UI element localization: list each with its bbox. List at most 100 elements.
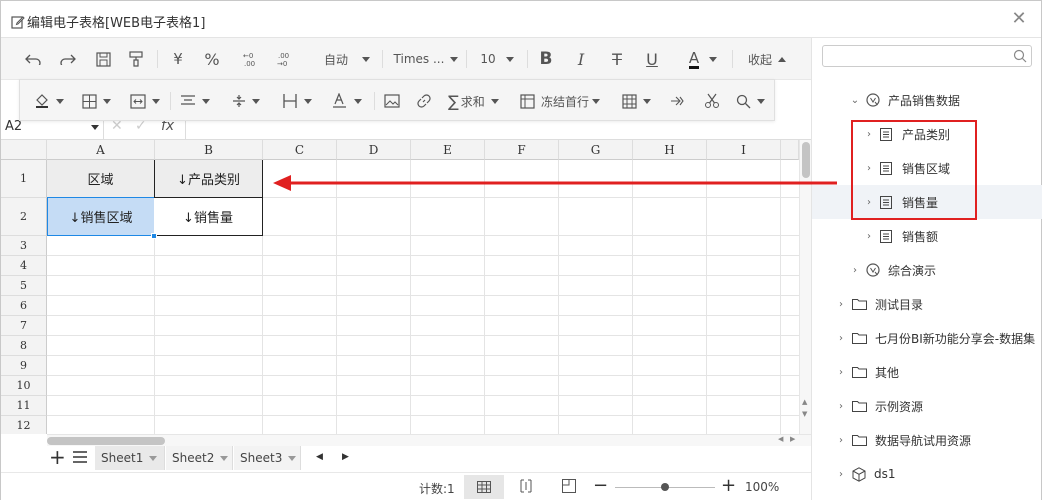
column-header-g[interactable]: G [559,140,633,160]
decrease-decimal-icon[interactable]: .00 →0 [273,47,295,71]
link-icon[interactable] [416,89,432,113]
chevron-right-icon[interactable]: › [864,231,874,242]
column-header-j[interactable] [781,140,799,160]
row-header-4[interactable]: 4 [1,256,47,276]
row-header-9[interactable]: 9 [1,356,47,376]
column-header-c[interactable]: C [263,140,337,160]
row-header-2[interactable]: 2 [1,198,47,236]
cell-b1[interactable]: ↓产品类别 [154,160,263,198]
column-header-b[interactable]: B [155,140,263,160]
text-format-button[interactable] [332,89,362,113]
cut-icon[interactable] [704,89,720,113]
tree-item-sales-amount[interactable]: › 销售额 [812,219,1042,253]
cell-reference-box[interactable]: A2 [5,119,22,134]
sheet-tab-1[interactable]: Sheet1 [95,446,165,470]
italic-button[interactable]: I [573,47,589,71]
row-header-8[interactable]: 8 [1,336,47,356]
scroll-right-arrow-icon[interactable]: ▶ [790,435,795,443]
horizontal-align-button[interactable] [180,89,210,113]
find-button[interactable] [736,89,765,113]
row-header-3[interactable]: 3 [1,236,47,256]
collapse-toolbar-button[interactable]: 收起 [745,47,789,71]
search-input[interactable] [822,45,1032,67]
undo-icon[interactable] [23,47,43,71]
zoom-out-icon[interactable]: − [593,477,608,495]
tree-item-ds1[interactable]: › ds1 [812,457,1042,491]
sheet-tab-2[interactable]: Sheet2 [166,446,233,470]
fill-handle[interactable] [151,233,157,239]
tree-item-folder-july-bi[interactable]: › 七月份BI新功能分享会-数据集 [812,321,1042,355]
tree-item-dataset-sales[interactable]: ⌄ 产品销售数据 [812,83,1042,117]
chevron-right-icon[interactable]: › [836,367,846,378]
chevron-right-icon[interactable]: › [836,401,846,412]
row-header-5[interactable]: 5 [1,276,47,296]
normal-view-button[interactable] [464,475,504,499]
row-header-12[interactable]: 12 [1,416,47,434]
bold-button[interactable]: B [538,47,554,71]
tree-item-folder-navigation[interactable]: › 数据导航试用资源 [812,423,1042,457]
column-header-a[interactable]: A [47,140,155,160]
fill-color-button[interactable] [34,89,64,113]
page-layout-view-icon[interactable] [562,479,576,496]
sheet-list-icon[interactable] [73,451,87,466]
freeze-first-row-button[interactable]: 冻结首行 [520,89,601,113]
tree-item-folder-samples[interactable]: › 示例资源 [812,389,1042,423]
chevron-right-icon[interactable]: › [836,435,846,446]
strikethrough-button[interactable]: T [609,47,625,71]
zoom-slider-thumb[interactable] [661,483,669,491]
vertical-align-button[interactable] [232,89,260,113]
cell-a2[interactable]: ↓销售区域 [47,197,155,236]
column-header-e[interactable]: E [411,140,485,160]
row-header-7[interactable]: 7 [1,316,47,336]
insert-image-icon[interactable] [384,89,400,113]
number-format-select[interactable]: 自动 [319,47,375,71]
merge-cells-button[interactable] [130,89,160,113]
tree-item-dataset-demo[interactable]: › 综合演示 [812,253,1042,287]
percent-button[interactable]: % [203,47,221,71]
currency-button[interactable]: ¥ [169,47,187,71]
cell-a1[interactable]: 区域 [47,160,155,198]
scroll-up-arrow-icon[interactable]: ▲ [802,398,807,406]
row-header-11[interactable]: 11 [1,396,47,416]
font-family-select[interactable]: Times ... [393,47,459,71]
add-sheet-icon[interactable]: + [49,447,66,467]
column-header-i[interactable]: I [707,140,781,160]
horizontal-scrollbar[interactable]: ◀ ▶ [47,434,811,446]
column-header-f[interactable]: F [485,140,559,160]
increase-decimal-icon[interactable]: ←0.00 [239,47,261,71]
cell-b2[interactable]: ↓销售量 [154,197,263,236]
scroll-down-arrow-icon[interactable]: ▼ [802,410,807,418]
column-header-d[interactable]: D [337,140,411,160]
horizontal-scroll-thumb[interactable] [47,437,165,445]
scroll-left-arrow-icon[interactable]: ◀ [778,435,783,443]
close-icon[interactable]: ✕ [1011,10,1027,28]
tree-item-folder-test[interactable]: › 测试目录 [812,287,1042,321]
chevron-down-icon[interactable]: ⌄ [850,95,860,106]
cell-reference-dropdown-icon[interactable] [91,125,99,130]
format-painter-icon[interactable] [126,47,146,71]
next-sheet-icon[interactable]: ▶ [342,452,349,462]
chevron-right-icon[interactable]: › [836,469,846,480]
column-width-button[interactable] [282,89,312,113]
column-header-h[interactable]: H [633,140,707,160]
borders-button[interactable] [82,89,111,113]
zoom-in-icon[interactable]: + [721,477,736,495]
row-header-1[interactable]: 1 [1,160,47,198]
select-all-corner[interactable] [1,140,47,160]
underline-button[interactable]: U [644,47,660,71]
chevron-right-icon[interactable]: › [836,299,846,310]
conditional-format-button[interactable] [622,89,651,113]
tree-item-folder-other[interactable]: › 其他 [812,355,1042,389]
font-color-button[interactable]: A [683,47,723,71]
page-break-view-icon[interactable] [519,479,533,496]
share-icon[interactable] [670,89,684,113]
redo-icon[interactable] [58,47,78,71]
row-header-10[interactable]: 10 [1,376,47,396]
sheet-tab-3[interactable]: Sheet3 [234,446,301,470]
chevron-right-icon[interactable]: › [850,265,860,276]
row-header-6[interactable]: 6 [1,296,47,316]
sum-button[interactable]: ∑ 求和 [448,89,499,113]
save-icon[interactable] [93,47,113,71]
prev-sheet-icon[interactable]: ◀ [316,452,323,462]
font-size-select[interactable]: 10 [477,47,517,71]
